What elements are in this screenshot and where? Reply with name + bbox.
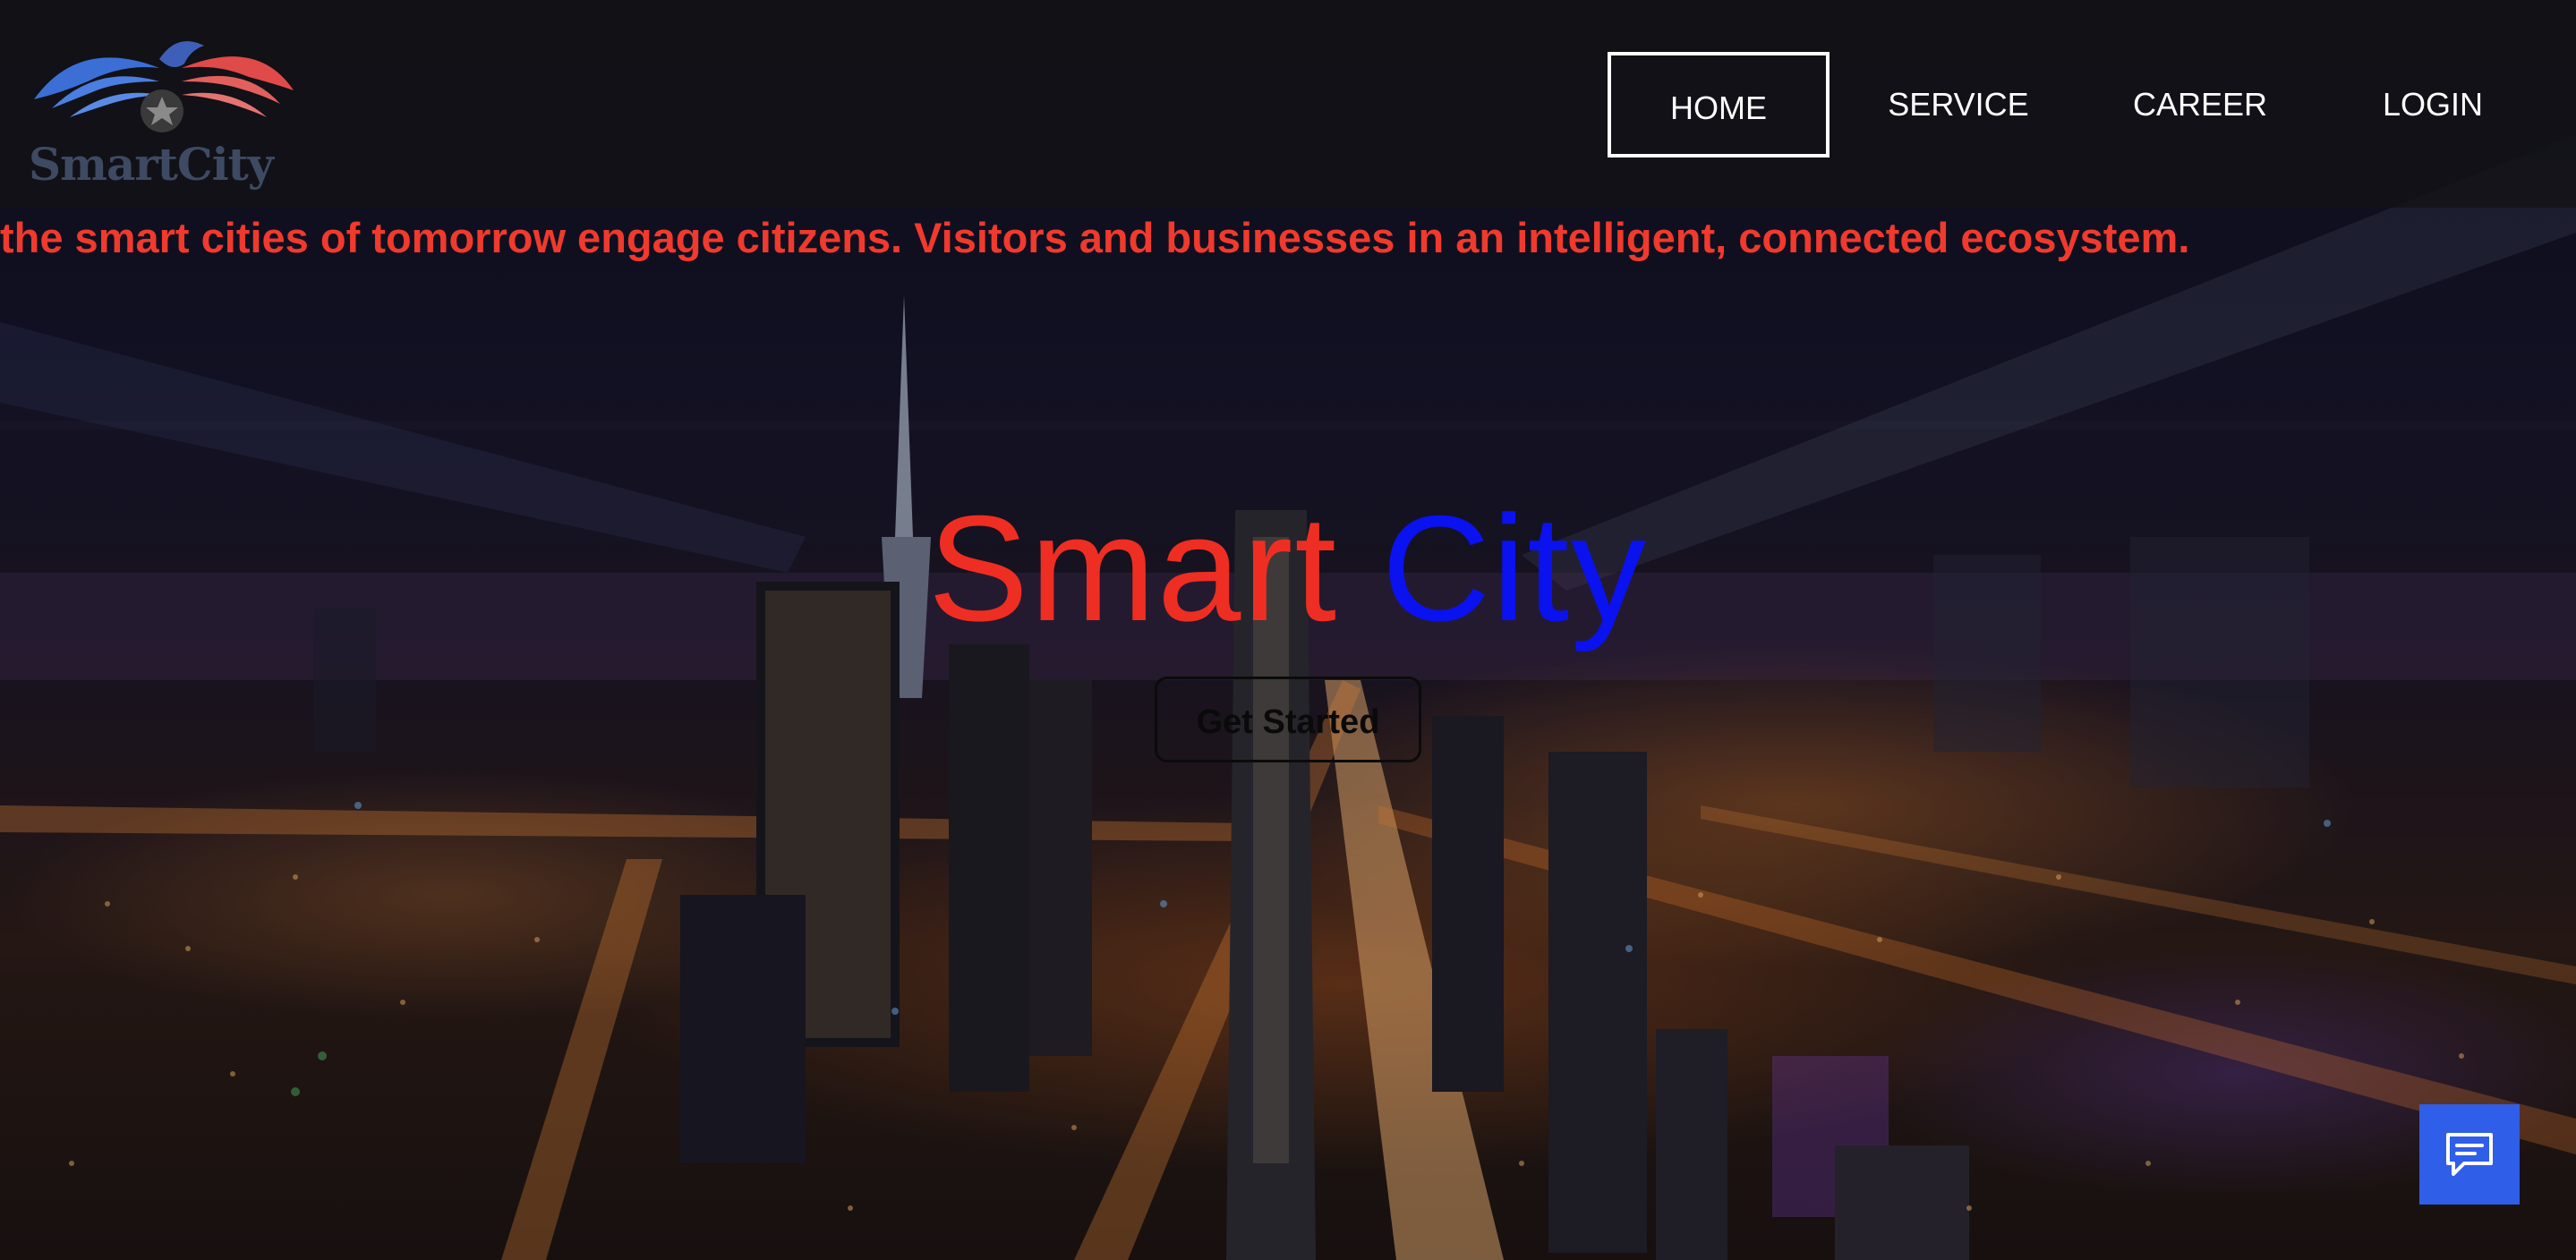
nav-login[interactable]: LOGIN [2334,52,2531,158]
hero-title-city: City [1381,484,1649,652]
hero-title: Smart City [0,492,2576,644]
logo-text: SmartCity [29,138,274,191]
chat-button[interactable] [2419,1104,2520,1205]
nav-service[interactable]: SERVICE [1860,52,2057,158]
get-started-button[interactable]: Get Started [1155,677,1421,762]
nav-career[interactable]: CAREER [2102,52,2299,158]
marquee-text: the smart cities of tomorrow engage citi… [0,214,2190,261]
chat-icon [2446,1133,2493,1176]
nav-home[interactable]: HOME [1608,52,1830,158]
hero-title-smart: Smart [927,484,1339,652]
eagle-icon [34,41,294,132]
smartcity-logo[interactable]: SmartCity [25,32,303,198]
top-navbar: SmartCity HOME SERVICE CAREER LOGIN [0,0,2576,208]
page: SmartCity HOME SERVICE CAREER LOGIN the … [0,0,2576,1260]
